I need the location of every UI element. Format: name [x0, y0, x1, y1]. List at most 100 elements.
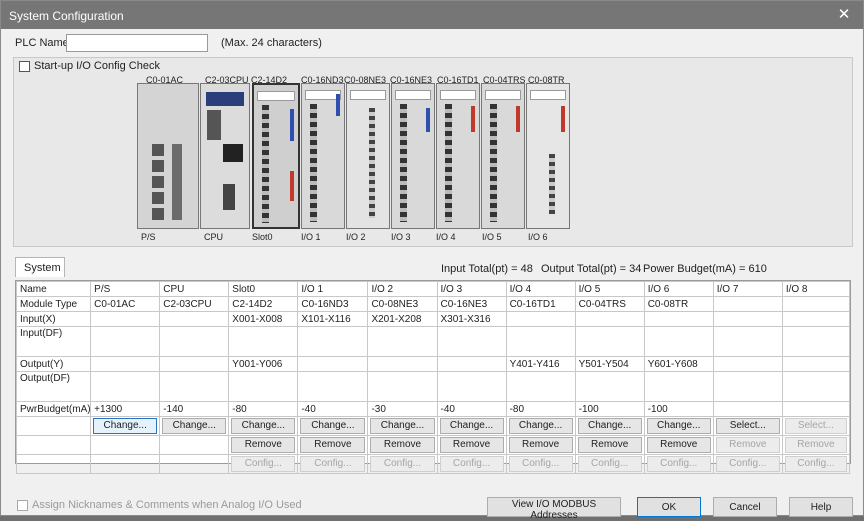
io1-remove-button[interactable]: Remove	[300, 437, 366, 453]
table-row-input-df: Input(DF)	[15, 326, 851, 357]
io6-remove-button[interactable]: Remove	[646, 437, 711, 453]
table-cell	[781, 296, 851, 312]
table-cell: X001-X008	[228, 311, 299, 327]
table-cell: Output(DF)	[15, 371, 92, 402]
io5-module-image[interactable]	[481, 83, 525, 229]
table-cell	[367, 356, 438, 372]
table-cell: -100	[574, 401, 645, 417]
table-cell	[643, 371, 714, 402]
cell: Config...	[436, 454, 507, 474]
table-cell: C0-16NE3	[436, 296, 507, 312]
ps-terminal-1	[152, 144, 164, 156]
view-modbus-addresses-button[interactable]: View I/O MODBUS Addresses	[487, 497, 621, 521]
slot-label-io1: I/O 1	[301, 232, 321, 242]
startup-io-check-checkbox[interactable]	[19, 61, 30, 72]
io4-remove-button[interactable]: Remove	[508, 437, 573, 453]
cell: Remove	[712, 435, 783, 455]
table-cell: -140	[159, 401, 230, 417]
io2-change-button[interactable]: Change...	[370, 418, 435, 434]
cell: Config...	[505, 454, 576, 474]
close-icon[interactable]: ✕	[835, 6, 853, 24]
cell: Change...	[90, 416, 161, 436]
io4-terminals	[445, 104, 452, 222]
io5-change-button[interactable]: Change...	[577, 418, 642, 434]
table-cell	[712, 371, 783, 402]
table-cell	[90, 371, 161, 402]
plc-name-input[interactable]	[66, 34, 208, 52]
io6-module-image[interactable]	[526, 83, 570, 229]
tab-system[interactable]: System	[15, 257, 65, 277]
table-cell: Input(X)	[15, 311, 92, 327]
header-cell: I/O 1	[297, 281, 369, 297]
io3-remove-button[interactable]: Remove	[439, 437, 504, 453]
table-cell: Y401-Y416	[505, 356, 576, 372]
io5-label-strip	[485, 90, 521, 100]
table-cell	[643, 311, 714, 327]
table-cell	[297, 371, 369, 402]
table-cell	[159, 311, 230, 327]
io4-change-button[interactable]: Change...	[508, 418, 573, 434]
io5-terminals	[490, 104, 497, 222]
io3-terminals	[400, 104, 407, 222]
io5-remove-button[interactable]: Remove	[577, 437, 642, 453]
cell: Change...	[297, 416, 369, 436]
assign-nicknames-label: Assign Nicknames & Comments when Analog …	[32, 499, 302, 511]
empty-cell	[15, 435, 92, 455]
cpu-module-image[interactable]	[200, 83, 250, 229]
table-cell: PwrBudget(mA)	[15, 401, 92, 417]
io2-terminals	[369, 108, 375, 218]
cpu-change-button[interactable]: Change...	[162, 418, 227, 434]
slot0-change-button[interactable]: Change...	[231, 418, 296, 434]
table-cell	[90, 356, 161, 372]
table-cell: X201-X208	[367, 311, 438, 327]
ps-change-button[interactable]: Change...	[93, 418, 158, 434]
change-buttons-row: Change... Change... Change... Change... …	[15, 416, 851, 436]
table-cell: C0-04TRS	[574, 296, 645, 312]
table-cell	[712, 311, 783, 327]
power-supply-module-image[interactable]	[137, 83, 199, 229]
table-cell	[712, 401, 783, 417]
slot0-module-image[interactable]	[252, 83, 300, 229]
io6-label-strip	[530, 90, 566, 100]
header-cell: Slot0	[228, 281, 299, 297]
io3-change-button[interactable]: Change...	[439, 418, 504, 434]
cpu-ethernet-port	[223, 144, 243, 162]
io1-change-button[interactable]: Change...	[300, 418, 366, 434]
io5-red-bar	[516, 106, 520, 132]
io7-select-button[interactable]: Select...	[715, 418, 780, 434]
io3-label-strip	[395, 90, 431, 100]
io2-remove-button[interactable]: Remove	[370, 437, 435, 453]
table-cell	[574, 311, 645, 327]
io2-module-image[interactable]	[346, 83, 390, 229]
table-row-pwr-budget: PwrBudget(mA) +1300 -140 -80 -40 -30 -40…	[15, 401, 851, 417]
io2-config-button: Config...	[370, 456, 435, 472]
cell: Config...	[297, 454, 369, 474]
cpu-logo-strip	[206, 92, 244, 106]
io8-select-button: Select...	[784, 418, 847, 434]
io6-change-button[interactable]: Change...	[646, 418, 711, 434]
io1-module-image[interactable]	[301, 83, 345, 229]
title-bar: System Configuration ✕	[1, 1, 863, 29]
slot0-label-strip	[257, 91, 295, 101]
table-cell: Y001-Y006	[228, 356, 299, 372]
io4-module-image[interactable]	[436, 83, 480, 229]
slot-label-io3: I/O 3	[391, 232, 411, 242]
io1-blue-bar	[336, 94, 340, 116]
help-button[interactable]: Help	[789, 497, 853, 517]
table-cell: Input(DF)	[15, 326, 92, 357]
table-row-output-y: Output(Y) Y001-Y006 Y401-Y416 Y501-Y504 …	[15, 356, 851, 372]
ok-button[interactable]: OK	[637, 497, 701, 517]
plc-name-hint: (Max. 24 characters)	[221, 37, 322, 49]
io4-red-bar	[471, 106, 475, 132]
table-cell: C0-16ND3	[297, 296, 369, 312]
table-cell	[228, 326, 299, 357]
table-cell	[712, 296, 783, 312]
ps-terminal-3	[152, 176, 164, 188]
io3-module-image[interactable]	[391, 83, 435, 229]
table-cell	[90, 326, 161, 357]
slot0-remove-button[interactable]: Remove	[231, 437, 296, 453]
empty-cell	[90, 454, 161, 474]
header-cell: P/S	[90, 281, 161, 297]
empty-cell	[15, 454, 92, 474]
cancel-button[interactable]: Cancel	[713, 497, 777, 517]
